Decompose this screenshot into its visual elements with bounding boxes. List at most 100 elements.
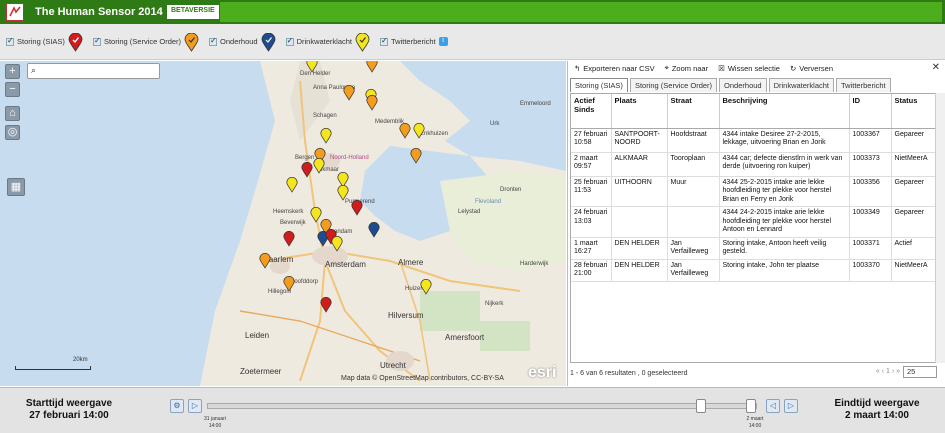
legend-item-storing-sias[interactable]: Storing (SIAS) <box>6 32 83 52</box>
table-row[interactable]: 27 februari 10:58 SANTPOORT-NOORD Hoofds… <box>571 128 939 153</box>
map-label: Utrecht <box>380 361 406 370</box>
checkbox[interactable] <box>92 36 101 46</box>
map-pin-yellow[interactable] <box>313 158 325 174</box>
map-label: Urk <box>490 121 500 127</box>
locate-icon[interactable]: ◎ <box>5 125 20 140</box>
tab-twitterbericht[interactable]: Twitterbericht <box>836 78 891 92</box>
map-pin-yellow[interactable] <box>286 177 298 193</box>
map-pin-orange[interactable] <box>283 276 295 292</box>
slider-handle-end[interactable] <box>746 399 756 413</box>
map-pin-red[interactable] <box>320 297 332 313</box>
map-pin-red[interactable] <box>301 162 313 178</box>
map-pin-orange[interactable] <box>259 253 271 269</box>
column-header-beschrijving[interactable]: Beschrijving <box>719 94 850 129</box>
table-cell: Tooroplaan <box>667 152 720 177</box>
map-pin-yellow[interactable] <box>413 123 425 139</box>
title-bar-fill <box>220 2 942 22</box>
table-row[interactable]: 1 maart 16:27 DEN HELDER Jan Verfaillewe… <box>571 237 939 260</box>
table-cell: 25 februari 11:53 <box>571 176 612 207</box>
export-csv-button[interactable]: ↰ Exporteren naar CSV <box>574 64 655 73</box>
location-pin-icon: ⌖ <box>664 63 669 72</box>
legend-item-storing-service-order[interactable]: Storing (Service Order) <box>92 32 199 52</box>
checkbox[interactable] <box>285 36 294 46</box>
blue-pin-icon <box>261 32 276 52</box>
time-settings-button[interactable]: ⚙ <box>170 399 184 413</box>
home-icon[interactable]: ⌂ <box>5 106 20 121</box>
page-size-select[interactable]: 25 <box>903 366 937 378</box>
map-view[interactable]: + − ⌂ ◎ ▦ ⌕ Den Helder Anna Paulowna Sch… <box>0 61 566 386</box>
step-forward-button[interactable]: ▷ <box>784 399 798 413</box>
slider-handle-start[interactable] <box>696 399 706 413</box>
map-pin-orange[interactable] <box>366 61 378 73</box>
table-cell: Gepareer <box>891 128 939 153</box>
basemap-gallery-icon[interactable]: ▦ <box>7 178 25 196</box>
map-pin-yellow[interactable] <box>320 128 332 144</box>
end-time-value: 2 maart 14:00 <box>845 410 909 421</box>
table-scrollbar[interactable] <box>935 93 945 363</box>
zoom-to-button[interactable]: ⌖ Zoom naar <box>665 63 709 73</box>
tab-storing-sias[interactable]: Storing (SIAS) <box>570 78 628 92</box>
refresh-button[interactable]: ↻ Verversen <box>790 64 833 73</box>
panel-toolbar: ↰ Exporteren naar CSV ⌖ Zoom naar ☒ Wissen … <box>568 61 945 75</box>
table-row[interactable]: 25 februari 11:53 UITHOORN Muur 4344 25-… <box>571 176 939 207</box>
map-pin-yellow[interactable] <box>420 279 432 295</box>
layer-legend: Storing (SIAS) Storing (Service Order) O… <box>0 24 945 60</box>
map-pin-red[interactable] <box>351 200 363 216</box>
column-header-straat[interactable]: Straat <box>667 94 720 129</box>
legend-item-twitterbericht[interactable]: Twitterbericht t <box>380 36 448 46</box>
search-icon: ⌕ <box>31 65 37 75</box>
map-pin-orange[interactable] <box>366 95 378 111</box>
legend-item-onderhoud[interactable]: Onderhoud <box>209 32 276 52</box>
start-time-label: Starttijd weergave <box>25 398 113 409</box>
tab-storing-service-order[interactable]: Storing (Service Order) <box>629 78 718 92</box>
table-cell <box>611 206 668 238</box>
map-pin-orange[interactable] <box>410 148 422 164</box>
map-label: Noord-Holland <box>330 155 369 161</box>
close-icon[interactable]: ✕ <box>932 62 940 73</box>
table-row[interactable]: 2 maart 09:57 ALKMAAR Tooroplaan 4344 ca… <box>571 152 939 177</box>
map-label: Leiden <box>245 331 270 340</box>
table-cell: NietMeerA <box>891 259 939 282</box>
map-pin-yellow[interactable] <box>306 61 318 73</box>
title-bar: The Human Sensor 2014 BETAVERSIE <box>0 0 945 24</box>
map-pin-orange[interactable] <box>343 85 355 101</box>
time-slider-track[interactable] <box>207 399 757 413</box>
table-cell: Jan Verfailleweg <box>667 237 720 260</box>
table-row[interactable]: 28 februari 21:00 DEN HELDER Jan Verfail… <box>571 259 939 282</box>
zoom-in-button[interactable]: + <box>5 64 20 79</box>
step-back-button[interactable]: ◁ <box>766 399 780 413</box>
column-header-id[interactable]: ID <box>849 94 892 129</box>
map-pin-orange[interactable] <box>399 123 411 139</box>
beta-badge: BETAVERSIE <box>167 5 219 19</box>
pagination[interactable]: « ‹ 1 › » <box>876 368 900 375</box>
play-button[interactable]: ▷ <box>188 399 202 413</box>
table-row[interactable]: 24 februari 13:03 4344 24-2-2015 intake … <box>571 206 939 238</box>
checkbox[interactable] <box>380 36 389 46</box>
search-input[interactable]: ⌕ <box>27 63 160 79</box>
column-header-status[interactable]: Status <box>891 94 939 129</box>
tab-onderhoud[interactable]: Onderhoud <box>719 78 767 92</box>
table-cell: Muur <box>667 176 720 207</box>
table-header-row: Actief Sinds Plaats Straat Beschrijving … <box>571 94 939 129</box>
table-cell: 1 maart 16:27 <box>571 237 612 260</box>
tab-drinkwaterklacht[interactable]: Drinkwaterklacht <box>768 78 835 92</box>
clear-selection-button[interactable]: ☒ Wissen selectie <box>718 64 780 73</box>
checkbox[interactable] <box>6 36 14 46</box>
scale-bar <box>15 366 91 370</box>
twitter-icon: t <box>438 37 448 46</box>
end-time-label: Eindtijd weergave <box>834 398 920 409</box>
column-header-actief-sinds[interactable]: Actief Sinds <box>571 94 612 129</box>
column-header-plaats[interactable]: Plaats <box>611 94 668 129</box>
tick-label-end-date: 2 maart <box>746 416 764 422</box>
map-pin-blue[interactable] <box>368 222 380 238</box>
map-pin-red[interactable] <box>283 231 295 247</box>
checkbox[interactable] <box>209 36 218 46</box>
map-pin-yellow[interactable] <box>337 185 349 201</box>
map-label: Dronten <box>500 187 522 193</box>
map-pin-yellow[interactable] <box>331 236 343 252</box>
map-label: Heemskerk <box>273 209 304 215</box>
map-label: Amersfoort <box>445 333 485 342</box>
legend-item-drinkwaterklacht[interactable]: Drinkwaterklacht <box>285 32 370 52</box>
results-table: Actief Sinds Plaats Straat Beschrijving … <box>570 93 940 363</box>
zoom-out-button[interactable]: − <box>5 82 20 97</box>
